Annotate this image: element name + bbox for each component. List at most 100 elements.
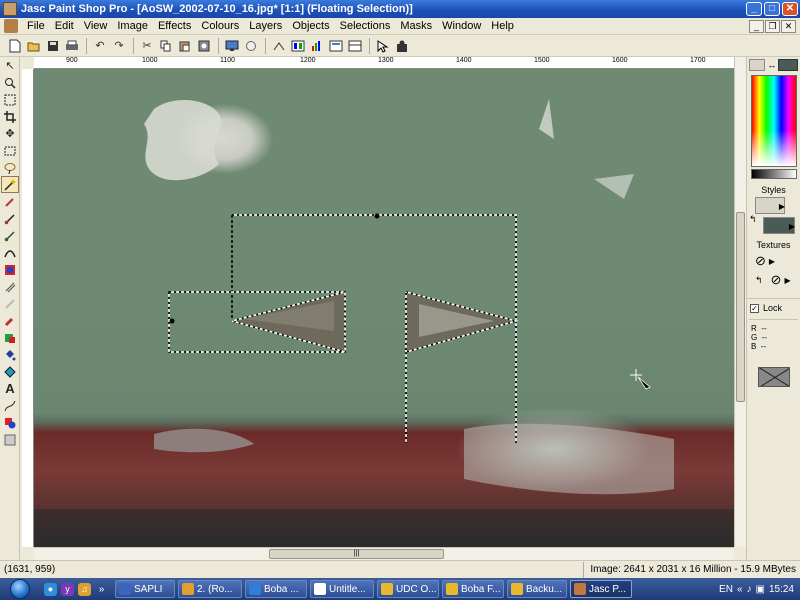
toggle-toolbar-icon[interactable]	[270, 37, 288, 55]
color-palette-icon[interactable]	[289, 37, 307, 55]
menu-effects[interactable]: Effects	[153, 18, 196, 34]
doc-minimize-button[interactable]: _	[749, 19, 764, 33]
language-indicator[interactable]: EN	[719, 584, 733, 595]
copy-icon[interactable]	[157, 37, 175, 55]
image-canvas[interactable]	[34, 69, 734, 547]
show-more-icon[interactable]: »	[95, 583, 108, 596]
no-texture-icon[interactable]: ⊘	[771, 272, 782, 288]
foreground-color-swatch[interactable]	[749, 59, 766, 71]
menu-objects[interactable]: Objects	[287, 18, 334, 34]
browser-icon[interactable]: ●	[44, 582, 57, 596]
messenger-icon[interactable]: y	[61, 582, 74, 596]
save-icon[interactable]	[44, 37, 62, 55]
swap-colors-icon[interactable]: ↔	[767, 60, 776, 70]
eraser-tool-icon[interactable]	[1, 295, 19, 312]
browse-icon[interactable]	[195, 37, 213, 55]
crop-tool-icon[interactable]	[1, 108, 19, 125]
style-dropdown-icon[interactable]: ▶	[789, 222, 795, 231]
taskbar-item[interactable]: Untitle...	[310, 580, 374, 598]
menu-view[interactable]: View	[79, 18, 113, 34]
picture-tube-icon[interactable]	[1, 312, 19, 329]
zoom-tool-icon[interactable]	[1, 74, 19, 91]
paintbrush-tool-icon[interactable]	[1, 210, 19, 227]
horizontal-scrollbar[interactable]: |||	[34, 547, 734, 560]
lock-checkbox[interactable]: ✓	[750, 303, 759, 313]
texture-dropdown-icon[interactable]: ▶	[769, 257, 775, 266]
taskbar-item[interactable]: Boba ...	[245, 580, 307, 598]
document-menu-icon[interactable]	[4, 19, 18, 33]
undo-icon[interactable]: ↶	[91, 37, 109, 55]
preset-shapes-icon[interactable]	[1, 363, 19, 380]
mover-tool-icon[interactable]: ✥	[1, 125, 19, 142]
redo-icon[interactable]: ↷	[110, 37, 128, 55]
maximize-button[interactable]: □	[764, 2, 780, 16]
arrow-tool-icon[interactable]: ↖	[1, 57, 19, 74]
dropper-tool-icon[interactable]	[1, 193, 19, 210]
lock-option[interactable]: ✓ Lock	[747, 298, 800, 313]
clone-brush-icon[interactable]	[1, 227, 19, 244]
swap-textures-icon[interactable]: ↰	[755, 275, 763, 286]
scratch-remover-icon[interactable]	[1, 278, 19, 295]
volume-icon[interactable]: ♪	[747, 584, 752, 595]
zoom-icon[interactable]	[242, 37, 260, 55]
layer-palette-icon[interactable]	[346, 37, 364, 55]
text-tool-icon[interactable]: A	[1, 380, 19, 397]
menu-image[interactable]: Image	[112, 18, 153, 34]
menu-help[interactable]: Help	[486, 18, 519, 34]
retouch-tool-icon[interactable]	[1, 261, 19, 278]
full-screen-icon[interactable]	[223, 37, 241, 55]
help-icon[interactable]	[393, 37, 411, 55]
freehand-selection-icon[interactable]	[1, 159, 19, 176]
magic-wand-icon[interactable]	[1, 176, 19, 193]
context-help-icon[interactable]	[374, 37, 392, 55]
foreground-texture[interactable]: ⊘ ▶	[747, 253, 800, 269]
menu-masks[interactable]: Masks	[395, 18, 437, 34]
background-style-swatch[interactable]: ▶	[763, 217, 795, 234]
paste-icon[interactable]	[176, 37, 194, 55]
collapse-tray-icon[interactable]: «	[737, 584, 743, 595]
menu-window[interactable]: Window	[437, 18, 486, 34]
style-dropdown-icon[interactable]: ▶	[779, 202, 785, 211]
doc-close-button[interactable]: ✕	[781, 19, 796, 33]
cut-icon[interactable]: ✂	[138, 37, 156, 55]
color-replacer-icon[interactable]	[1, 244, 19, 261]
menu-layers[interactable]: Layers	[244, 18, 287, 34]
taskbar-item[interactable]: SAPLI	[115, 580, 175, 598]
taskbar-item[interactable]: Jasc P...	[570, 580, 632, 598]
minimize-button[interactable]: _	[746, 2, 762, 16]
vertical-scroll-thumb[interactable]	[736, 212, 745, 402]
grayscale-bar[interactable]	[751, 169, 797, 179]
taskbar-item[interactable]: 2. (Ro...	[178, 580, 242, 598]
background-color-swatch[interactable]	[778, 59, 798, 71]
print-icon[interactable]	[63, 37, 81, 55]
taskbar-item[interactable]: Boba F...	[442, 580, 504, 598]
menu-selections[interactable]: Selections	[335, 18, 396, 34]
menu-file[interactable]: File	[22, 18, 50, 34]
foreground-style-swatch[interactable]: ▶	[755, 197, 785, 214]
taskbar-item[interactable]: Backu...	[507, 580, 567, 598]
open-icon[interactable]	[25, 37, 43, 55]
doc-restore-button[interactable]: ❐	[765, 19, 780, 33]
object-selector-icon[interactable]	[1, 431, 19, 448]
close-button[interactable]: ✕	[782, 2, 798, 16]
airbrush-icon[interactable]	[1, 329, 19, 346]
menu-edit[interactable]: Edit	[50, 18, 79, 34]
background-texture[interactable]: ↰ ⊘ ▶	[747, 272, 800, 288]
vector-object-selector-icon[interactable]	[1, 414, 19, 431]
deformation-tool-icon[interactable]	[1, 91, 19, 108]
draw-tool-icon[interactable]	[1, 397, 19, 414]
texture-dropdown-icon[interactable]: ▶	[784, 276, 790, 285]
media-icon[interactable]: ♫	[78, 582, 91, 596]
no-texture-icon[interactable]: ⊘	[755, 253, 766, 269]
selection-tool-icon[interactable]	[1, 142, 19, 159]
new-icon[interactable]	[6, 37, 24, 55]
start-button[interactable]	[0, 578, 40, 600]
menu-colours[interactable]: Colours	[196, 18, 244, 34]
flood-fill-icon[interactable]	[1, 346, 19, 363]
overview-icon[interactable]	[327, 37, 345, 55]
vertical-scrollbar[interactable]	[734, 57, 746, 547]
histogram-icon[interactable]	[308, 37, 326, 55]
horizontal-scroll-thumb[interactable]: |||	[269, 549, 444, 559]
network-icon[interactable]: ▣	[756, 584, 765, 595]
taskbar-item[interactable]: UDC O...	[377, 580, 439, 598]
